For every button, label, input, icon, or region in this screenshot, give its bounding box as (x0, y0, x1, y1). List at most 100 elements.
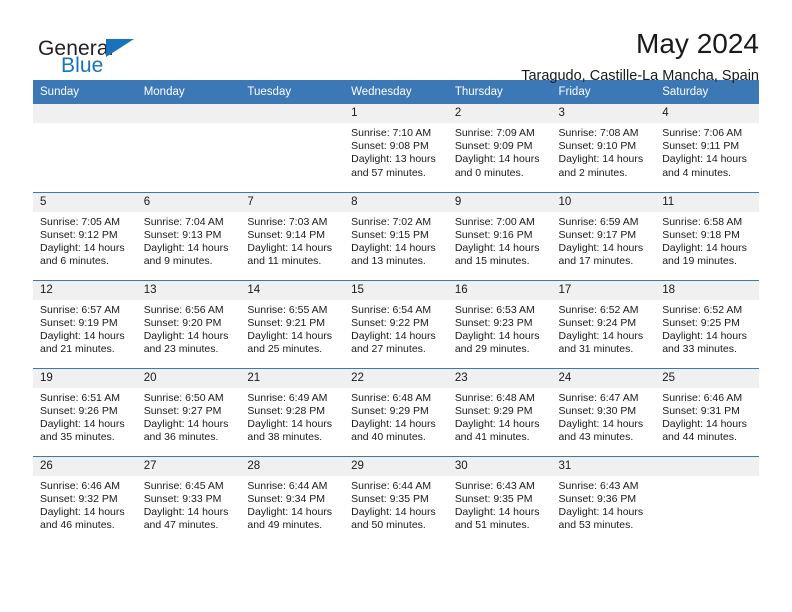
calendar-day-cell[interactable]: 27 Sunrise: 6:45 AM Sunset: 9:33 PM Dayligh… (136, 455, 241, 544)
day-number: 8 (344, 192, 448, 212)
calendar-day-cell[interactable]: 17 Sunrise: 6:52 AM Sunset: 9:24 PM Dayligh… (551, 279, 656, 368)
detail-sunrise: Sunrise: 7:02 AM (351, 215, 432, 228)
day-number: 10 (551, 192, 656, 212)
day-details: Sunrise: 6:56 AM Sunset: 9:20 PM Daylight:… (137, 300, 241, 357)
detail-sunset: Sunset: 9:08 PM (351, 140, 429, 153)
calendar-day-cell[interactable]: 30 Sunrise: 6:43 AM Sunset: 9:35 PM Dayligh… (447, 455, 552, 544)
calendar-week-row: 26 Sunrise: 6:46 AM Sunset: 9:32 PM Dayligh… (33, 455, 759, 544)
calendar-day-cell[interactable]: 3 Sunrise: 7:08 AM Sunset: 9:10 PM Daylight… (551, 104, 656, 192)
calendar-day-cell[interactable]: 6 Sunrise: 7:04 AM Sunset: 9:13 PM Daylight… (136, 191, 241, 280)
day-cell-inner: 11 Sunrise: 6:58 AM Sunset: 9:18 PM Dayligh… (655, 192, 759, 280)
day-number: 1 (344, 104, 448, 123)
day-cell-inner: 15 Sunrise: 6:54 AM Sunset: 9:22 PM Dayligh… (344, 280, 448, 368)
calendar-day-cell[interactable]: 25 Sunrise: 6:46 AM Sunset: 9:31 PM Dayligh… (655, 367, 759, 456)
calendar-day-cell[interactable]: 11 Sunrise: 6:58 AM Sunset: 9:18 PM Dayligh… (655, 191, 759, 280)
day-cell-inner: 4 Sunrise: 7:06 AM Sunset: 9:11 PM Daylight… (655, 104, 759, 192)
detail-sunrise: Sunrise: 6:49 AM (247, 391, 328, 404)
day-number: 21 (240, 368, 345, 388)
day-cell-inner (240, 104, 345, 192)
day-cell-inner: 16 Sunrise: 6:53 AM Sunset: 9:23 PM Dayligh… (447, 280, 552, 368)
calendar-day-cell[interactable]: 26 Sunrise: 6:46 AM Sunset: 9:32 PM Dayligh… (33, 455, 137, 544)
detail-sunrise: Sunrise: 6:54 AM (351, 303, 432, 316)
detail-sunrise: Sunrise: 7:00 AM (454, 215, 535, 228)
detail-daylight-line2: and 17 minutes. (558, 255, 634, 268)
detail-sunrise: Sunrise: 7:09 AM (454, 127, 535, 139)
calendar-cell-empty (655, 455, 759, 544)
title-block: May 2024 Taragudo, Castille-La Mancha, S… (521, 26, 759, 84)
calendar-day-cell[interactable]: 1 Sunrise: 7:10 AM Sunset: 9:08 PM Daylight… (344, 104, 448, 192)
detail-sunset: Sunset: 9:34 PM (247, 492, 326, 505)
calendar-day-cell[interactable]: 29 Sunrise: 6:44 AM Sunset: 9:35 PM Dayligh… (344, 455, 448, 544)
day-cell-inner (136, 104, 241, 192)
calendar-day-cell[interactable]: 20 Sunrise: 6:50 AM Sunset: 9:27 PM Dayligh… (136, 367, 241, 456)
detail-daylight-line1: Daylight: 14 hours (454, 329, 540, 342)
day-cell-inner: 22 Sunrise: 6:48 AM Sunset: 9:29 PM Dayligh… (344, 368, 448, 456)
day-details: Sunrise: 7:06 AM Sunset: 9:11 PM Daylight:… (655, 123, 759, 180)
calendar-day-cell[interactable]: 19 Sunrise: 6:51 AM Sunset: 9:26 PM Dayligh… (33, 367, 137, 456)
calendar-day-cell[interactable]: 22 Sunrise: 6:48 AM Sunset: 9:29 PM Dayligh… (344, 367, 448, 456)
detail-sunset: Sunset: 9:26 PM (40, 404, 118, 417)
calendar-day-cell[interactable]: 31 Sunrise: 6:43 AM Sunset: 9:36 PM Dayligh… (551, 455, 656, 544)
detail-sunset: Sunset: 9:35 PM (351, 492, 429, 505)
detail-daylight-line1: Daylight: 14 hours (40, 505, 125, 518)
detail-sunset: Sunset: 9:13 PM (143, 228, 222, 241)
detail-daylight-line1: Daylight: 14 hours (40, 329, 125, 342)
day-details: Sunrise: 7:04 AM Sunset: 9:13 PM Daylight:… (137, 212, 241, 269)
weekday-header-sunday: Sunday (33, 80, 137, 104)
calendar-day-cell[interactable]: 15 Sunrise: 6:54 AM Sunset: 9:22 PM Dayligh… (344, 279, 448, 368)
calendar-day-cell[interactable]: 14 Sunrise: 6:55 AM Sunset: 9:21 PM Dayligh… (240, 279, 345, 368)
logo-text-blue: Blue (61, 54, 104, 77)
day-number: 22 (344, 368, 448, 388)
calendar-day-cell[interactable]: 9 Sunrise: 7:00 AM Sunset: 9:16 PM Daylight… (447, 191, 552, 280)
calendar-day-cell[interactable]: 16 Sunrise: 6:53 AM Sunset: 9:23 PM Dayligh… (447, 279, 552, 368)
detail-sunset: Sunset: 9:19 PM (40, 316, 118, 329)
calendar-day-cell[interactable]: 28 Sunrise: 6:44 AM Sunset: 9:34 PM Dayligh… (240, 455, 345, 544)
detail-sunset: Sunset: 9:09 PM (454, 140, 533, 153)
detail-sunset: Sunset: 9:17 PM (558, 228, 637, 241)
calendar-day-cell[interactable]: 18 Sunrise: 6:52 AM Sunset: 9:25 PM Dayligh… (655, 279, 759, 368)
calendar-cell-empty (33, 104, 137, 192)
detail-sunrise: Sunrise: 7:08 AM (558, 127, 639, 139)
day-cell-inner: 18 Sunrise: 6:52 AM Sunset: 9:25 PM Dayligh… (655, 280, 759, 368)
day-details: Sunrise: 6:52 AM Sunset: 9:25 PM Daylight:… (655, 300, 759, 357)
detail-daylight-line1: Daylight: 14 hours (558, 153, 644, 166)
calendar-day-cell[interactable]: 21 Sunrise: 6:49 AM Sunset: 9:28 PM Dayligh… (240, 367, 345, 456)
day-number: 23 (447, 368, 552, 388)
day-number: 14 (240, 280, 345, 300)
detail-daylight-line2: and 41 minutes. (454, 431, 530, 444)
detail-daylight-line2: and 44 minutes. (662, 431, 737, 444)
day-details: Sunrise: 6:45 AM Sunset: 9:33 PM Daylight:… (137, 476, 241, 533)
detail-daylight-line2: and 46 minutes. (40, 519, 115, 532)
detail-daylight-line2: and 31 minutes. (558, 343, 634, 356)
calendar-day-cell[interactable]: 10 Sunrise: 6:59 AM Sunset: 9:17 PM Dayligh… (551, 191, 656, 280)
detail-daylight-line1: Daylight: 13 hours (351, 153, 436, 166)
day-cell-inner: 25 Sunrise: 6:46 AM Sunset: 9:31 PM Dayligh… (655, 368, 759, 456)
calendar-day-cell[interactable]: 12 Sunrise: 6:57 AM Sunset: 9:19 PM Dayligh… (33, 279, 137, 368)
detail-sunset: Sunset: 9:16 PM (454, 228, 533, 241)
calendar-day-cell[interactable]: 13 Sunrise: 6:56 AM Sunset: 9:20 PM Dayligh… (136, 279, 241, 368)
day-cell-inner: 7 Sunrise: 7:03 AM Sunset: 9:14 PM Daylight… (240, 192, 345, 280)
day-cell-inner: 24 Sunrise: 6:47 AM Sunset: 9:30 PM Dayligh… (551, 368, 656, 456)
calendar-day-cell[interactable]: 5 Sunrise: 7:05 AM Sunset: 9:12 PM Daylight… (33, 191, 137, 280)
calendar-day-cell[interactable]: 8 Sunrise: 7:02 AM Sunset: 9:15 PM Daylight… (344, 191, 448, 280)
detail-daylight-line2: and 35 minutes. (40, 431, 115, 444)
detail-daylight-line1: Daylight: 14 hours (143, 417, 229, 430)
detail-sunrise: Sunrise: 7:03 AM (247, 215, 328, 228)
general-blue-logo[interactable]: General Blue (33, 26, 158, 77)
detail-daylight-line2: and 27 minutes. (351, 343, 426, 356)
day-details: Sunrise: 6:47 AM Sunset: 9:30 PM Daylight:… (552, 388, 656, 445)
calendar-day-cell[interactable]: 24 Sunrise: 6:47 AM Sunset: 9:30 PM Dayligh… (551, 367, 656, 456)
calendar-day-cell[interactable]: 23 Sunrise: 6:48 AM Sunset: 9:29 PM Dayligh… (447, 367, 552, 456)
day-details: Sunrise: 6:53 AM Sunset: 9:23 PM Daylight:… (448, 300, 552, 357)
detail-daylight-line1: Daylight: 14 hours (351, 329, 436, 342)
day-number: 24 (551, 368, 656, 388)
day-details: Sunrise: 6:46 AM Sunset: 9:32 PM Daylight:… (33, 476, 137, 533)
detail-daylight-line1: Daylight: 14 hours (143, 505, 229, 518)
calendar-day-cell[interactable]: 4 Sunrise: 7:06 AM Sunset: 9:11 PM Daylight… (655, 104, 759, 192)
detail-sunset: Sunset: 9:28 PM (247, 404, 326, 417)
calendar-day-cell[interactable]: 7 Sunrise: 7:03 AM Sunset: 9:14 PM Daylight… (240, 191, 345, 280)
day-number: 9 (447, 192, 552, 212)
day-number: 30 (447, 456, 552, 476)
detail-daylight-line2: and 36 minutes. (143, 431, 219, 444)
calendar-day-cell[interactable]: 2 Sunrise: 7:09 AM Sunset: 9:09 PM Daylight… (447, 104, 552, 192)
